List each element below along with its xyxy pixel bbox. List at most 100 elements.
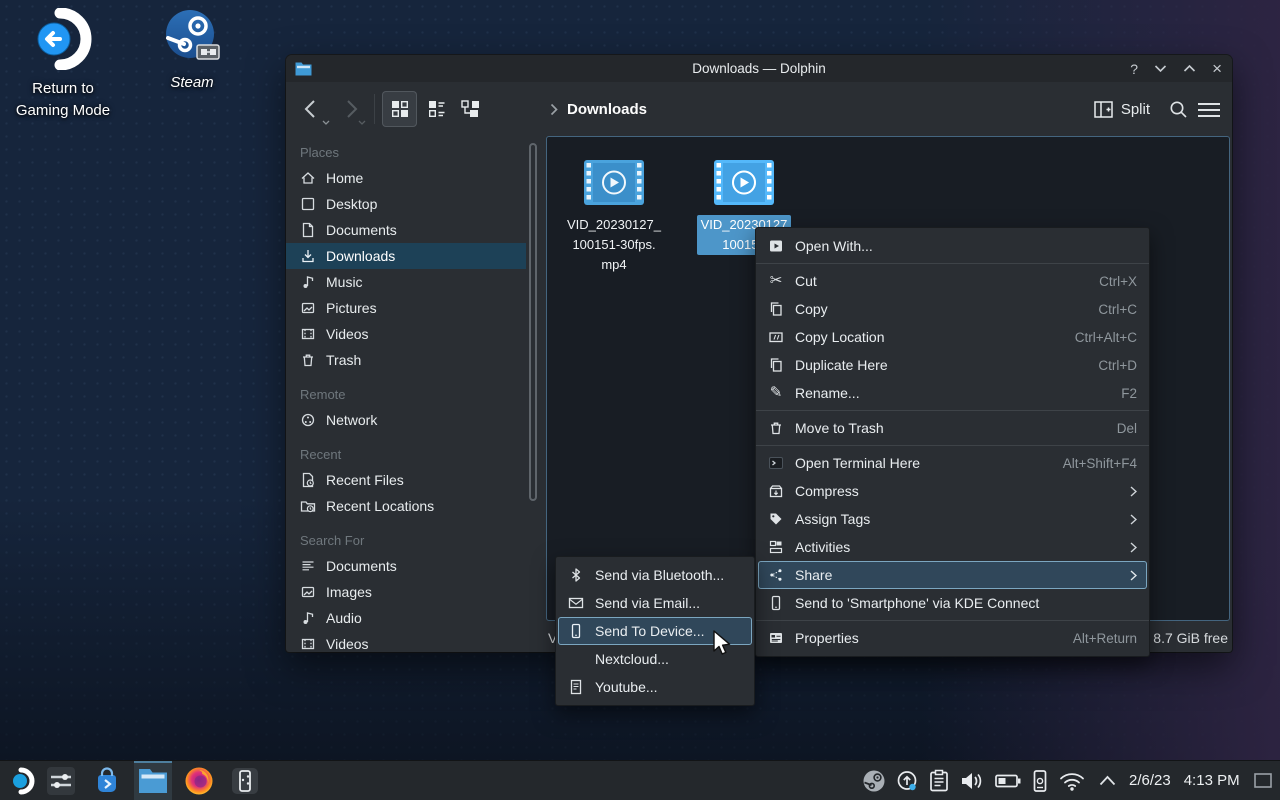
back-button[interactable] (298, 91, 332, 127)
scissors-icon: ✂ (768, 273, 784, 289)
menu-item-open-terminal-here[interactable]: Open Terminal Here Alt+Shift+F4 (756, 449, 1149, 477)
rename-pencil-icon: ✎ (768, 385, 784, 401)
return-to-gaming-mode-icon (32, 8, 94, 70)
toolbar: Downloads Split (286, 82, 1232, 136)
menu-item-copy[interactable]: Copy Ctrl+C (756, 295, 1149, 323)
time-label[interactable]: 4:13 PM (1184, 772, 1240, 789)
sidebar-item-recent-files[interactable]: Recent Files (286, 467, 526, 493)
icons-view-button[interactable] (382, 91, 417, 127)
breadcrumb-folder[interactable]: Downloads (567, 101, 647, 118)
help-button[interactable]: ? (1130, 62, 1138, 76)
app-launcher-button[interactable] (4, 761, 42, 800)
music-note-icon (300, 274, 316, 290)
sidebar-item-recent-locations[interactable]: Recent Locations (286, 493, 526, 519)
system-settings-button[interactable] (42, 761, 80, 800)
mouse-cursor (712, 630, 733, 658)
dolphin-icon (138, 768, 168, 794)
desktop-icon-steam[interactable]: Steam (127, 8, 257, 94)
minimize-button[interactable] (1154, 64, 1167, 73)
menu-item-open-with[interactable]: Open With... (756, 232, 1149, 260)
menu-item-share[interactable]: Share (758, 561, 1147, 589)
menu-item-activities[interactable]: Activities (756, 533, 1149, 561)
firefox-button[interactable] (180, 761, 218, 800)
battery-icon[interactable] (994, 769, 1022, 793)
file-video-1[interactable]: VID_20230127_ 100151-30fps. mp4 (551, 159, 677, 275)
desktop-icon-label: Return to (0, 78, 128, 100)
section-header-remote: Remote (286, 373, 544, 407)
updates-icon[interactable] (895, 769, 919, 793)
steam-tray-icon[interactable] (862, 769, 886, 793)
forward-button[interactable] (334, 91, 368, 127)
sidebar-item-network[interactable]: Network (286, 407, 526, 433)
sidebar-item-pictures[interactable]: Pictures (286, 295, 526, 321)
places-panel: Places Home Desktop Documents Downloads … (286, 136, 544, 652)
email-icon (568, 595, 584, 611)
sidebar-item-home[interactable]: Home (286, 165, 526, 191)
submenu-item-send-via-bluetooth[interactable]: Send via Bluetooth... (556, 561, 754, 589)
submenu-item-send-via-email[interactable]: Send via Email... (556, 589, 754, 617)
video-file-icon (713, 159, 775, 206)
phone-tray-icon[interactable] (1031, 769, 1049, 793)
film-icon (300, 636, 316, 652)
sidebar-item-documents[interactable]: Documents (286, 217, 526, 243)
split-view-icon (1094, 101, 1113, 118)
details-view-button[interactable] (419, 91, 454, 127)
expand-tray-chevron-icon[interactable] (1099, 775, 1116, 786)
date-label[interactable]: 2/6/23 (1129, 772, 1171, 789)
activities-icon (768, 539, 784, 555)
maximize-button[interactable] (1183, 64, 1196, 73)
sidebar-item-desktop[interactable]: Desktop (286, 191, 526, 217)
submenu-arrow-icon (1130, 486, 1137, 497)
bluetooth-icon (568, 567, 584, 583)
wifi-icon[interactable] (1058, 769, 1086, 793)
menu-separator (756, 263, 1149, 264)
menu-item-duplicate-here[interactable]: Duplicate Here Ctrl+D (756, 351, 1149, 379)
menu-item-rename[interactable]: ✎ Rename... F2 (756, 379, 1149, 407)
terminal-icon (768, 455, 784, 471)
sidebar-item-trash[interactable]: Trash (286, 347, 526, 373)
document-icon (300, 222, 316, 238)
breadcrumb-chevron-icon (550, 103, 558, 116)
menu-item-copy-location[interactable]: Copy Location Ctrl+Alt+C (756, 323, 1149, 351)
trash-icon (300, 352, 316, 368)
menu-item-move-to-trash[interactable]: Move to Trash Del (756, 414, 1149, 442)
menu-item-properties[interactable]: Properties Alt+Return (756, 624, 1149, 652)
system-settings-icon (46, 766, 76, 796)
network-icon (300, 412, 316, 428)
sidebar-item-search-videos[interactable]: Videos (286, 631, 526, 652)
tree-view-button[interactable] (453, 91, 488, 127)
sidebar-item-videos[interactable]: Videos (286, 321, 526, 347)
breadcrumb[interactable]: Downloads (550, 82, 647, 136)
hamburger-menu-icon[interactable] (1198, 103, 1220, 117)
sidebar-item-search-images[interactable]: Images (286, 579, 526, 605)
split-button[interactable]: Split (1088, 91, 1156, 127)
search-icon[interactable] (1169, 100, 1188, 119)
sidebar-item-downloads[interactable]: Downloads (286, 243, 526, 269)
show-desktop-button[interactable] (1250, 761, 1276, 800)
menu-item-assign-tags[interactable]: Assign Tags (756, 505, 1149, 533)
kde-connect-icon (230, 766, 260, 796)
menu-item-compress[interactable]: Compress (756, 477, 1149, 505)
trash-icon (768, 420, 784, 436)
sidebar-scrollbar[interactable] (529, 143, 537, 501)
menu-item-send-to-smartphone[interactable]: Send to 'Smartphone' via KDE Connect (756, 589, 1149, 617)
desktop-icon-return-to-gaming-mode[interactable]: Return to Gaming Mode (0, 8, 128, 122)
titlebar[interactable]: Downloads — Dolphin ? × (286, 55, 1232, 82)
kde-connect-button[interactable] (226, 761, 264, 800)
clipboard-icon[interactable] (928, 769, 950, 793)
sidebar-item-music[interactable]: Music (286, 269, 526, 295)
recent-file-icon (300, 472, 316, 488)
music-note-icon (300, 610, 316, 626)
menu-item-cut[interactable]: ✂ Cut Ctrl+X (756, 267, 1149, 295)
close-button[interactable]: × (1212, 62, 1222, 76)
tree-view-icon (460, 99, 481, 119)
section-header-search-for: Search For (286, 519, 544, 553)
sidebar-item-search-audio[interactable]: Audio (286, 605, 526, 631)
sidebar-item-search-documents[interactable]: Documents (286, 553, 526, 579)
app-launcher-icon (9, 767, 37, 795)
picture-icon (300, 300, 316, 316)
submenu-item-youtube[interactable]: Youtube... (556, 673, 754, 701)
discover-button[interactable] (88, 761, 126, 800)
volume-icon[interactable] (959, 769, 985, 793)
dolphin-task-button[interactable] (134, 761, 172, 800)
